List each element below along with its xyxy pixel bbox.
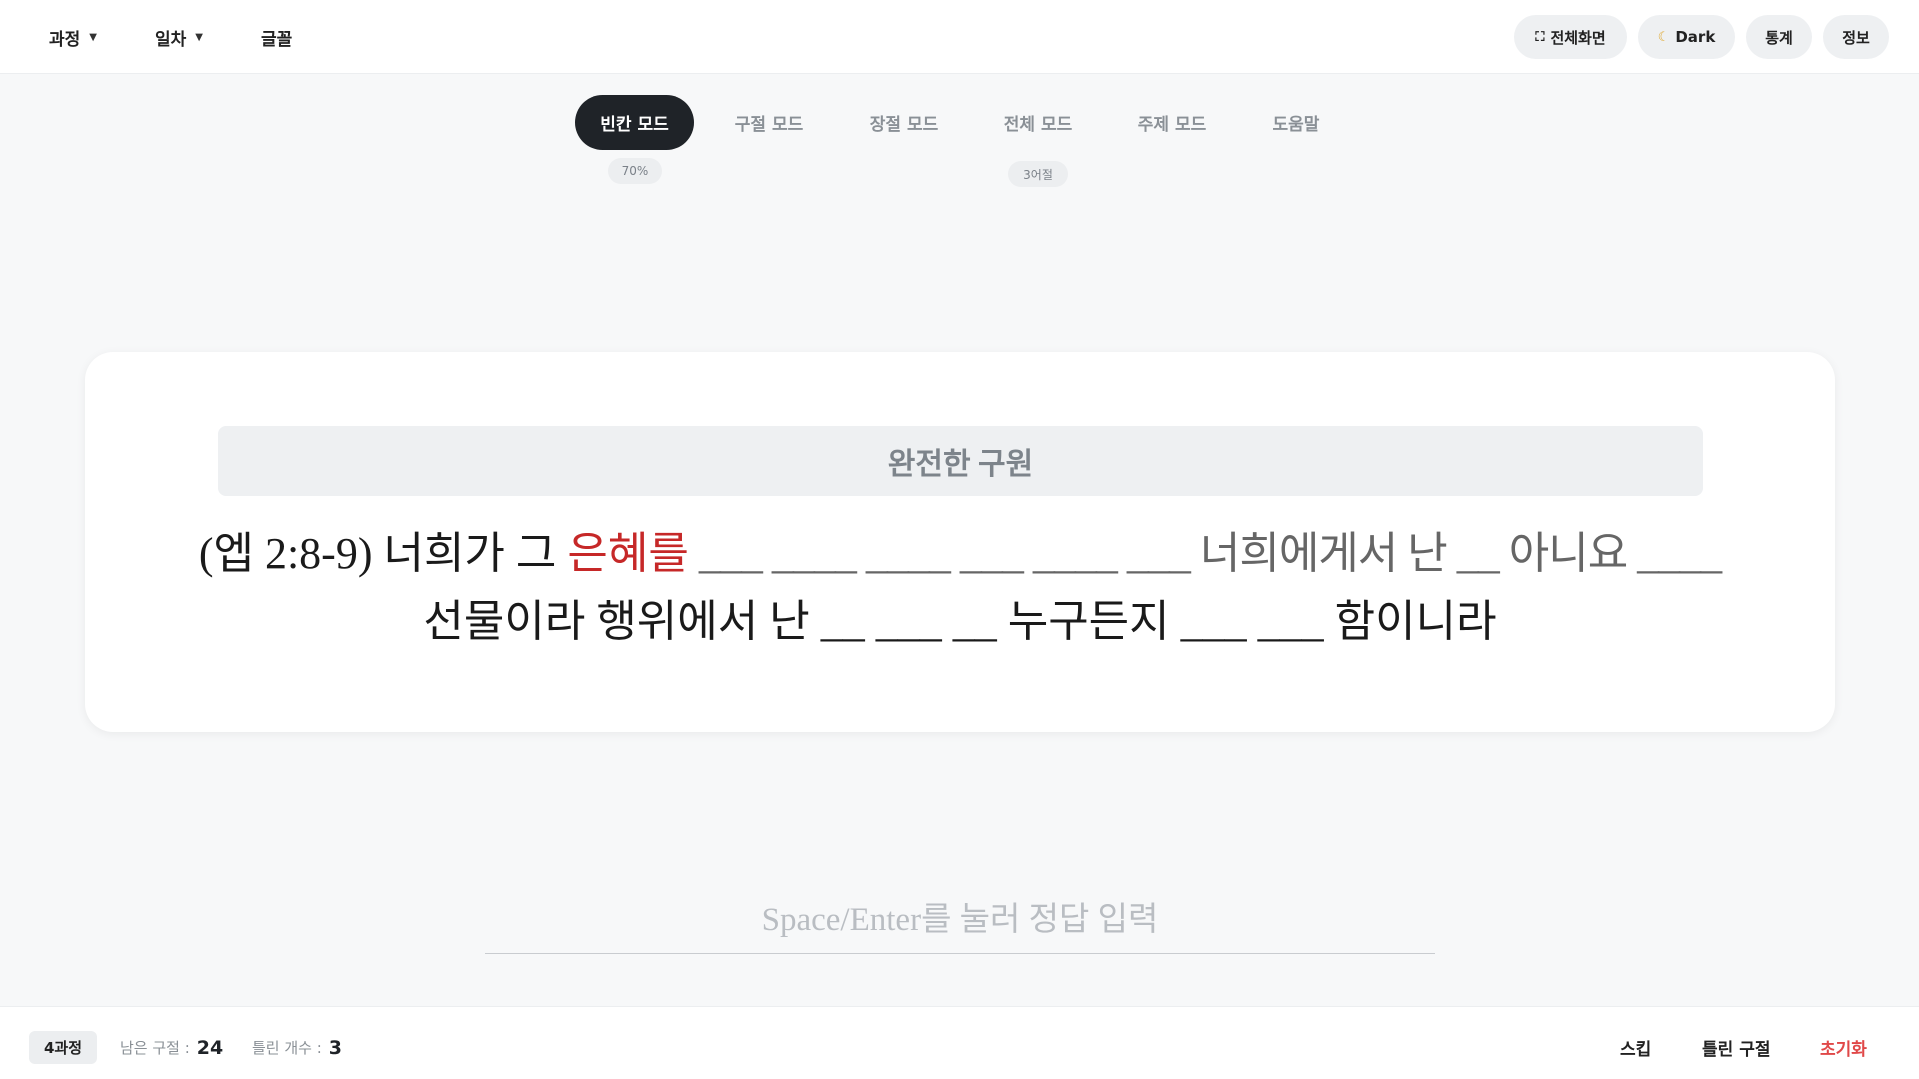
fullscreen-button[interactable]: ⛶ 전체화면 (1514, 15, 1627, 59)
tab-topic-mode[interactable]: 주제 모드 (1116, 95, 1228, 150)
tab-help[interactable]: 도움말 (1250, 95, 1342, 150)
dark-mode-button[interactable]: ☾ Dark (1638, 15, 1735, 59)
wrong-count-stat: 틀린 개수 : 3 (252, 1031, 342, 1064)
tab-full-mode[interactable]: 전체 모드 (982, 95, 1094, 150)
wrong-count: 3 (328, 1036, 343, 1059)
caret-down-icon: ▼ (195, 31, 203, 43)
verse-card: 완전한 구원 (엡 2:8-9) 너희가 그 은혜를 ___ ____ ____… (85, 352, 1835, 732)
word-count-badge[interactable]: 3어절 (1008, 161, 1068, 187)
wrong-label: 틀린 개수 : (252, 1039, 322, 1057)
day-menu-label: 일차 (155, 29, 187, 50)
moon-icon: ☾ (1657, 29, 1670, 45)
stats-button[interactable]: 통계 (1746, 15, 1812, 59)
wrong-verses-button[interactable]: 틀린 구절 (1702, 1031, 1770, 1064)
reset-button[interactable]: 초기화 (1820, 1031, 1867, 1064)
fullscreen-icon: ⛶ (1535, 29, 1545, 45)
remaining-label: 남은 구절 : (120, 1039, 190, 1057)
course-menu-label: 과정 (49, 29, 81, 50)
remaining-verses-stat: 남은 구절 : 24 (120, 1031, 223, 1064)
verse-line2: 선물이라 행위에서 난 __ ___ __ 누구든지 ___ ___ 함이니라 (423, 597, 1497, 646)
top-navbar: 과정 ▼ 일차 ▼ 글꼴 ⛶ 전체화면 ☾ Dark 통계 정보 (0, 0, 1919, 74)
course-menu[interactable]: 과정 ▼ (49, 0, 97, 74)
stats-label: 통계 (1765, 28, 1793, 47)
verse-text: (엡 2:8-9) 너희가 그 은혜를 ___ ____ ____ ___ __… (145, 520, 1775, 656)
course-tag: 4과정 (29, 1031, 97, 1064)
font-menu-label: 글꼴 (261, 29, 293, 50)
blank-ratio-badge[interactable]: 70% (608, 158, 662, 184)
verse-line1-start: (엡 2:8-9) 너희가 그 (198, 529, 568, 578)
tab-phrase-mode[interactable]: 구절 모드 (713, 95, 825, 150)
tab-blank-mode[interactable]: 빈칸 모드 (575, 95, 694, 150)
font-menu[interactable]: 글꼴 (261, 0, 292, 74)
remaining-count: 24 (196, 1036, 224, 1059)
day-menu[interactable]: 일차 ▼ (155, 0, 203, 74)
dark-mode-label: Dark (1675, 28, 1716, 46)
fullscreen-label: 전체화면 (1550, 28, 1606, 47)
bottom-status-bar: 4과정 남은 구절 : 24 틀린 개수 : 3 스킵 틀린 구절 초기화 (0, 1006, 1919, 1079)
skip-button[interactable]: 스킵 (1620, 1031, 1651, 1064)
answer-input[interactable] (485, 888, 1435, 954)
info-button[interactable]: 정보 (1823, 15, 1889, 59)
verse-highlighted-word: 은혜를 (567, 529, 689, 578)
tab-chapter-verse-mode[interactable]: 장절 모드 (848, 95, 960, 150)
info-label: 정보 (1842, 28, 1870, 47)
topic-title: 완전한 구원 (218, 426, 1703, 496)
verse-line1-rest: ___ ____ ____ ___ ____ ___ 너희에게서 난 __ 아니… (688, 529, 1722, 578)
caret-down-icon: ▼ (89, 31, 97, 43)
